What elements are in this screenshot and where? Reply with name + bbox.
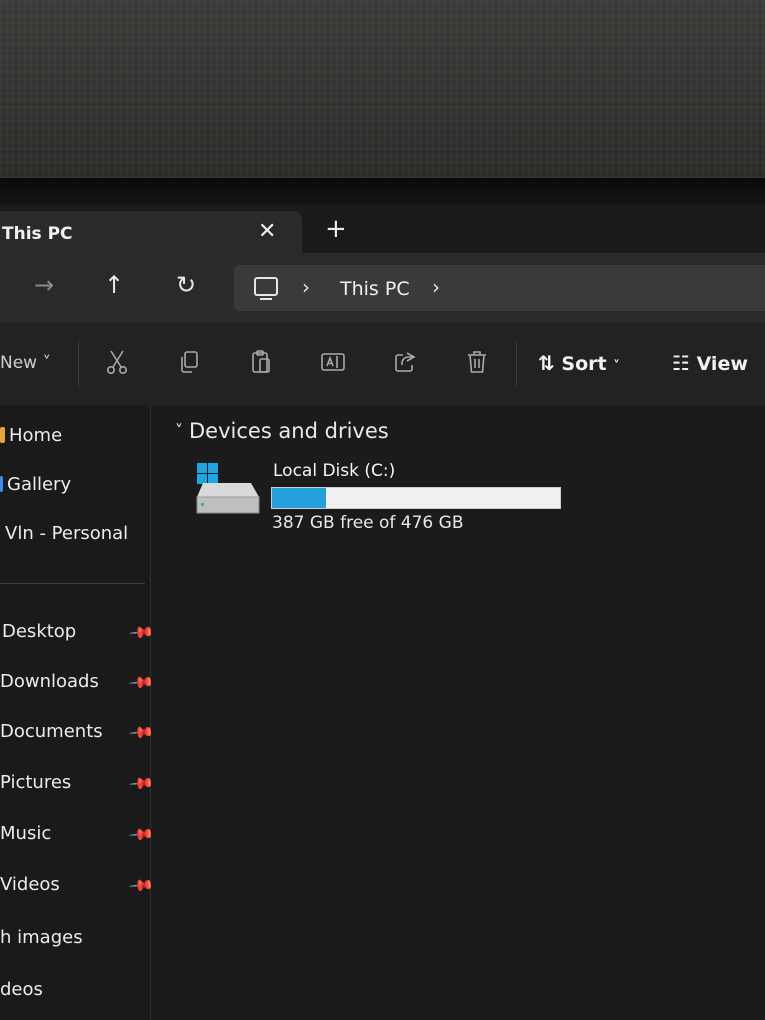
sort-arrows-icon: ⇅ [538, 351, 555, 375]
computer-icon [254, 277, 278, 300]
sidebar-item-pictures[interactable]: Pictures [0, 772, 71, 793]
cut-button[interactable] [102, 349, 132, 381]
sidebar-divider [0, 583, 145, 584]
sidebar-item-desktop[interactable]: Desktop [2, 621, 76, 642]
close-tab-icon[interactable]: ✕ [258, 219, 276, 244]
sidebar-item-home[interactable]: Home [0, 425, 62, 446]
drive-usage-bar [271, 487, 561, 509]
background-wall [0, 0, 765, 178]
up-arrow-icon[interactable]: ↑ [104, 271, 124, 299]
navigation-bar: → ↑ ↻ › This PC › [0, 253, 765, 323]
paste-button[interactable] [246, 349, 276, 381]
rename-button[interactable] [318, 349, 348, 381]
address-bar[interactable]: › This PC › [234, 265, 765, 311]
sidebar-item-onedrive[interactable]: Vln - Personal [5, 523, 128, 544]
sidebar-item-label: Vln - Personal [5, 523, 129, 544]
sidebar-item-downloads[interactable]: Downloads [0, 671, 99, 692]
sidebar-item-music[interactable]: Music [0, 823, 51, 844]
refresh-icon[interactable]: ↻ [176, 271, 196, 299]
chevron-down-icon: ˅ [175, 421, 183, 440]
group-title: Devices and drives [189, 419, 389, 443]
tab-title: This PC [2, 224, 73, 244]
breadcrumb-chevron-icon[interactable]: › [302, 275, 310, 299]
sidebar-item-documents[interactable]: Documents [0, 721, 103, 742]
share-icon [395, 352, 416, 372]
copy-button[interactable] [174, 349, 204, 381]
group-header-devices[interactable]: ˅ Devices and drives [175, 419, 389, 443]
hard-drive-icon [196, 463, 260, 514]
view-button[interactable]: ☷ View [672, 351, 748, 375]
sort-button[interactable]: ⇅ Sort ˅ [538, 351, 620, 375]
sidebar-item-label: Documents [0, 721, 103, 742]
view-label: View [696, 353, 748, 375]
command-bar: New ˅ ⇅ Sort ˅ ☷ View [0, 323, 765, 406]
sidebar-item-label: Desktop [2, 621, 77, 642]
chevron-down-icon: ˅ [613, 359, 620, 374]
scissors-icon [106, 350, 128, 374]
sidebar-item-label: Pictures [0, 772, 72, 793]
drive-name: Local Disk (C:) [273, 461, 396, 481]
new-tab-icon[interactable]: + [325, 216, 347, 242]
copy-icon [181, 351, 198, 373]
monitor-bezel [0, 178, 765, 208]
sidebar-item-label: Music [0, 823, 52, 844]
sidebar-item-label: Gallery [7, 474, 72, 495]
gallery-icon [0, 476, 3, 492]
sidebar-item-label: Videos [0, 874, 60, 895]
tab-this-pc[interactable]: This PC ✕ [0, 211, 302, 253]
share-button[interactable] [390, 349, 420, 381]
sidebar-item-images[interactable]: h images [0, 927, 83, 948]
view-list-icon: ☷ [672, 351, 690, 375]
sidebar-item-videos[interactable]: Videos [0, 874, 60, 895]
rename-icon [321, 353, 345, 371]
navigation-pane: Home Gallery Vln - Personal Desktop 📌 Do… [0, 405, 156, 1020]
clipboard-icon [252, 350, 270, 373]
sidebar-item-label: deos [0, 979, 43, 1000]
forward-arrow-icon[interactable]: → [34, 271, 54, 299]
breadcrumb-this-pc[interactable]: This PC [340, 278, 410, 300]
sidebar-item-label: Home [9, 425, 63, 446]
sidebar-item-label: h images [0, 927, 83, 948]
sidebar-item-gallery[interactable]: Gallery [0, 474, 71, 495]
sidebar-item-videos-2[interactable]: deos [0, 979, 43, 1000]
delete-button[interactable] [462, 349, 492, 381]
toolbar-divider [78, 341, 79, 387]
home-icon [0, 427, 5, 443]
trash-icon [468, 351, 486, 373]
breadcrumb-chevron-icon[interactable]: › [432, 275, 440, 299]
drive-free-space: 387 GB free of 476 GB [272, 513, 464, 533]
toolbar-divider [516, 341, 517, 387]
new-button[interactable]: New ˅ [0, 353, 51, 373]
sidebar-item-label: Downloads [0, 671, 99, 692]
drive-usage-fill [272, 488, 326, 508]
file-explorer-window: This PC ✕ + → ↑ ↻ › This PC › New ˅ ⇅ So… [0, 205, 765, 1020]
content-pane: ˅ Devices and drives Local Disk (C:) 387 … [151, 405, 765, 1020]
tab-bar: This PC ✕ + [0, 205, 765, 253]
sort-label: Sort [561, 353, 607, 375]
